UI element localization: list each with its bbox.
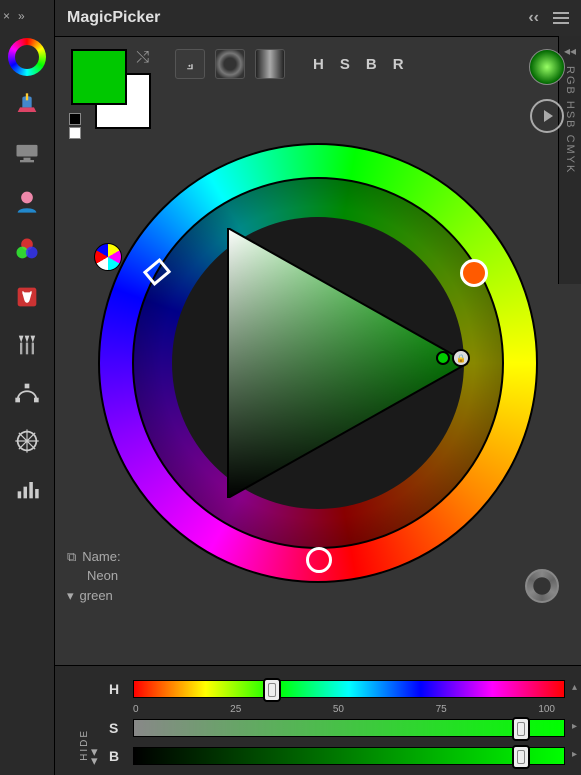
color-wheel[interactable]: 🔒 [98,143,538,583]
wheel-bottom-marker[interactable] [306,547,332,573]
collapse-name-icon[interactable]: ▾ [67,586,74,606]
sb-triangle[interactable] [168,228,468,498]
sat-handle[interactable] [512,717,530,741]
mode-s-button[interactable]: S [340,56,350,73]
panel-header: MagicPicker ‹‹ [55,0,581,37]
rgb-circles-icon[interactable] [6,228,48,270]
main-panel: MagicPicker ‹‹ ◂◂ RGB HSB CMYK ⤭ [55,0,581,775]
color-scheme-pie-icon[interactable] [94,243,122,271]
strip-mode-button[interactable] [255,49,285,79]
hue-slider-label: H [109,681,123,697]
hue-arrow-icon[interactable]: ▴ [572,682,577,693]
complement-marker[interactable] [460,259,488,287]
portrait-icon[interactable] [6,180,48,222]
gamut-glow-button[interactable] [529,49,565,85]
close-icon[interactable]: × [3,9,10,23]
panel-title: MagicPicker [67,9,160,27]
expand-icon[interactable]: » [18,9,25,23]
sat-arrow-icon[interactable]: ▸ [572,721,577,732]
left-toolbar: × » [0,0,55,775]
swap-colors-icon[interactable]: ⤭ [136,49,149,67]
hue-slider[interactable] [133,680,565,698]
wheel-compass-icon[interactable] [6,420,48,462]
mode-r-button[interactable]: R [393,56,404,73]
ring-mode-button[interactable] [215,49,245,79]
color-name-2: green [80,586,113,606]
screen-icon[interactable] [6,132,48,174]
script-icon[interactable] [6,276,48,318]
mode-b-button[interactable]: B [366,56,377,73]
name-label: Name: [82,547,120,567]
hide-arrows-icon[interactable]: ▾▾ [91,747,98,765]
copy-icon[interactable]: ⧉ [67,547,76,567]
hue-handle[interactable] [263,678,281,702]
foreground-swatch[interactable] [71,49,127,105]
magic-hat-icon[interactable] [6,84,48,126]
color-schemes-button[interactable] [525,569,559,603]
lock-icon[interactable]: 🔒 [436,349,470,367]
brightness-slider[interactable] [133,747,565,765]
bri-slider-label: B [109,748,123,764]
saturation-slider[interactable] [133,719,565,737]
menu-icon[interactable] [553,12,569,24]
slider-ticks: 0255075100 [133,704,565,715]
history-back-icon[interactable]: ‹‹ [528,9,539,27]
sat-slider-label: S [109,720,123,736]
brushes-icon[interactable] [6,324,48,366]
app-logo-ring-icon[interactable] [8,38,46,76]
color-name-block: ⧉ Name: Neon ▾ green [67,547,121,606]
bars-icon[interactable] [6,468,48,510]
bezier-icon[interactable] [6,372,48,414]
hide-label[interactable]: HIDE [79,729,90,761]
link-mode-button[interactable]: ⟓ [175,49,205,79]
mode-h-button[interactable]: H [313,56,324,73]
mini-swatch-icon[interactable] [69,113,81,139]
slider-panel: HIDE ▾▾ H ▴ 0255075100 S ▸ B [55,665,581,775]
color-name-1: Neon [67,566,121,586]
bri-arrow-icon[interactable]: ▸ [572,749,577,760]
color-swatches[interactable]: ⤭ [71,49,151,121]
play-button[interactable] [530,99,564,133]
bri-handle[interactable] [512,745,530,769]
